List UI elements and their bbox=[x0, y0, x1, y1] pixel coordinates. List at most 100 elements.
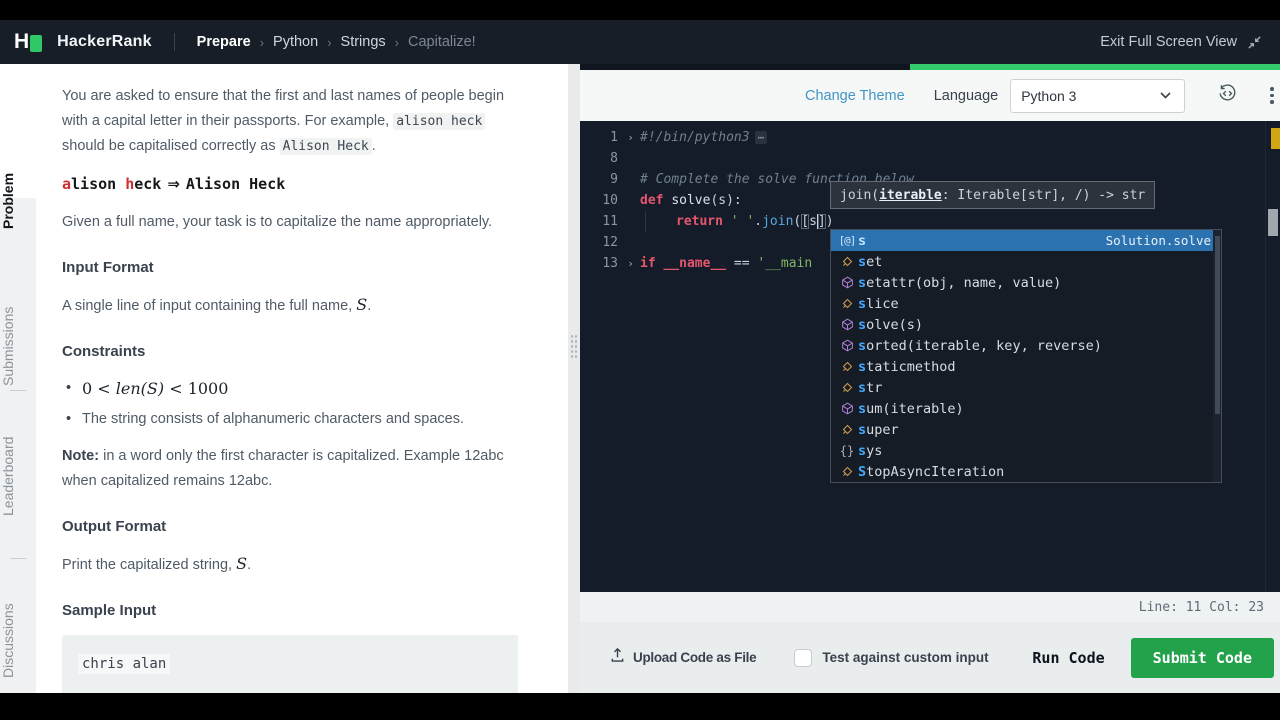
match-prefix: s bbox=[858, 253, 867, 270]
text-cursor: s bbox=[809, 214, 818, 229]
match-prefix: s bbox=[858, 316, 867, 333]
language-select[interactable]: Python 3 bbox=[1010, 78, 1186, 113]
suggest-item-slice[interactable]: s lice bbox=[831, 293, 1221, 314]
example-text: lison bbox=[71, 175, 126, 193]
suggest-label: olve(s) bbox=[866, 316, 924, 333]
match-prefix: s bbox=[858, 358, 867, 375]
code-text: . bbox=[754, 214, 763, 229]
indent-guide bbox=[645, 211, 676, 232]
suggest-item-super[interactable]: s uper bbox=[831, 419, 1221, 440]
breadcrumb-python[interactable]: Python bbox=[273, 34, 318, 50]
tooltip-active-param: iterable bbox=[879, 187, 942, 203]
bracket-match: ] bbox=[817, 214, 826, 229]
language-label: Language bbox=[933, 87, 999, 104]
collapse-fullscreen-icon[interactable] bbox=[1247, 35, 1262, 50]
chevron-right-icon: › bbox=[327, 34, 332, 50]
suggest-label: ys bbox=[866, 442, 883, 459]
suggest-item-str[interactable]: s tr bbox=[831, 377, 1221, 398]
run-code-button[interactable]: Run Code bbox=[1018, 639, 1118, 677]
math-s: S bbox=[356, 295, 368, 314]
class-icon bbox=[836, 423, 858, 436]
line-number: 1 bbox=[610, 130, 618, 145]
upload-code-button[interactable]: Upload Code as File bbox=[610, 647, 757, 668]
breadcrumb-prepare[interactable]: Prepare bbox=[197, 34, 251, 50]
code-line-8[interactable]: 8 bbox=[580, 148, 1280, 169]
period: . bbox=[367, 298, 372, 314]
custom-input-toggle[interactable]: Test against custom input bbox=[794, 648, 989, 667]
change-theme-link[interactable]: Change Theme bbox=[805, 88, 905, 104]
line-number: 10 bbox=[602, 193, 618, 208]
problem-text: should be capitalised correctly as bbox=[62, 138, 280, 154]
bracket-match: [ bbox=[801, 214, 810, 229]
logo-green-block-icon bbox=[30, 34, 43, 52]
suggest-item-staticmethod[interactable]: s taticmethod bbox=[831, 356, 1221, 377]
suggest-item-s[interactable]: [@] s Solution.solve bbox=[831, 230, 1221, 251]
suggest-item-solve[interactable]: s olve(s) bbox=[831, 314, 1221, 335]
language-value: Python 3 bbox=[1021, 87, 1077, 104]
chevron-right-icon: › bbox=[259, 34, 265, 50]
suggest-item-stopasynciteration[interactable]: StopAsyncIteration bbox=[831, 461, 1221, 482]
reset-code-icon[interactable] bbox=[1217, 83, 1238, 109]
suggest-label: um(iterable) bbox=[866, 400, 964, 417]
custom-input-checkbox[interactable] bbox=[794, 648, 813, 667]
method-icon bbox=[836, 276, 858, 289]
suggest-item-sorted[interactable]: s orted(iterable, key, reverse) bbox=[831, 335, 1221, 356]
problem-paragraph: You are asked to ensure that the first a… bbox=[62, 84, 518, 159]
string-literal: '__main bbox=[757, 256, 813, 271]
action-bar: Upload Code as File Test against custom … bbox=[580, 622, 1280, 693]
tab-discussions[interactable]: Discussions bbox=[0, 603, 36, 679]
exit-fullscreen-link[interactable]: Exit Full Screen View bbox=[1100, 34, 1237, 50]
constraints-list: 0 < len(S) < 1000 The string consists of… bbox=[64, 376, 518, 432]
panel-splitter[interactable] bbox=[568, 64, 580, 693]
suggest-item-set[interactable]: s et bbox=[831, 251, 1221, 272]
autocomplete-scrollbar[interactable] bbox=[1213, 230, 1221, 482]
variable-icon: [@] bbox=[838, 234, 857, 247]
suggest-label: etattr(obj, name, value) bbox=[866, 274, 1062, 291]
code-line-1[interactable]: 1 › #!/bin/python3 ⋯ bbox=[580, 127, 1280, 148]
class-icon bbox=[836, 381, 858, 394]
editor-toolbar: Change Theme Language Python 3 bbox=[580, 70, 1280, 121]
page: H HackerRank Prepare › Python › Strings … bbox=[0, 0, 1280, 720]
cursor-position: Line: 11 Col: 23 bbox=[1138, 599, 1264, 615]
method-icon bbox=[836, 318, 858, 331]
match-prefix: s bbox=[858, 421, 867, 438]
code-editor[interactable]: 1 › #!/bin/python3 ⋯ 8 9 # Complete the s… bbox=[580, 121, 1280, 592]
sample-input-value: chris alan bbox=[78, 654, 171, 674]
editor-scrollbar[interactable] bbox=[1268, 209, 1278, 236]
tab-leaderboard[interactable]: Leaderboard bbox=[0, 437, 36, 516]
match-prefix: s bbox=[858, 274, 867, 291]
folded-region-icon[interactable]: ⋯ bbox=[754, 131, 768, 144]
input-format-text: A single line of input containing the fu… bbox=[62, 292, 518, 319]
suggest-item-sum[interactable]: s um(iterable) bbox=[831, 398, 1221, 419]
class-icon bbox=[836, 360, 858, 373]
problem-statement-pane: You are asked to ensure that the first a… bbox=[36, 64, 568, 693]
editor-scrollbar-track bbox=[1265, 121, 1266, 592]
breadcrumb: Prepare › Python › Strings › Capitalize! bbox=[197, 34, 476, 50]
fold-chevron-icon[interactable]: › bbox=[622, 253, 639, 274]
tab-problem[interactable]: Problem bbox=[0, 171, 36, 231]
note-label: Note: bbox=[62, 448, 100, 464]
hackerrank-logo[interactable]: H bbox=[14, 30, 43, 54]
editor-panel: Change Theme Language Python 3 1 › #!/bi… bbox=[580, 64, 1280, 693]
overview-ruler-marker bbox=[1271, 128, 1280, 149]
match-prefix: s bbox=[858, 400, 867, 417]
splitter-grip-icon[interactable] bbox=[570, 334, 578, 360]
breadcrumb-strings[interactable]: Strings bbox=[341, 34, 386, 50]
input-text: A single line of input containing the fu… bbox=[62, 298, 357, 314]
navbar-divider bbox=[173, 33, 175, 51]
more-options-icon[interactable] bbox=[1270, 87, 1274, 104]
line-number: 13 bbox=[602, 256, 618, 271]
inline-code-alison-heck: alison heck bbox=[393, 113, 486, 130]
dunder-name: __name__ bbox=[663, 256, 727, 271]
brand-name[interactable]: HackerRank bbox=[57, 33, 152, 51]
suggest-item-sys[interactable]: {} s ys bbox=[831, 440, 1221, 461]
line-number: 8 bbox=[610, 151, 618, 166]
suggest-label: et bbox=[866, 253, 883, 270]
tab-submissions[interactable]: Submissions bbox=[0, 306, 36, 386]
suggest-item-setattr[interactable]: s etattr(obj, name, value) bbox=[831, 272, 1221, 293]
match-prefix: s bbox=[858, 295, 867, 312]
fold-chevron-icon[interactable]: › bbox=[622, 127, 639, 148]
tooltip-text: : Iterable[str], /) -> str bbox=[941, 187, 1146, 203]
autocomplete-popup: [@] s Solution.solve s et s etattr(obj, na… bbox=[830, 229, 1222, 483]
submit-code-button[interactable]: Submit Code bbox=[1130, 637, 1274, 678]
